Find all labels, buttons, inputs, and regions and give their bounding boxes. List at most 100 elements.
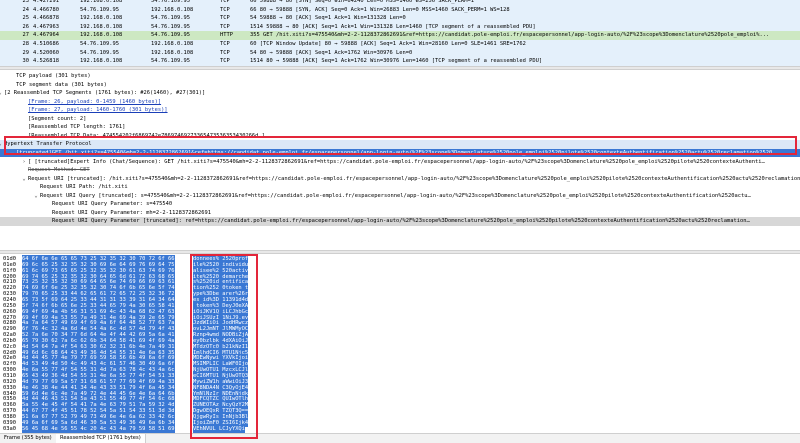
tree-item[interactable]: [Reassembled TCP length: 1761] bbox=[0, 123, 800, 131]
packet-destination: 54.76.109.95 bbox=[151, 15, 190, 22]
packet-protocol: TCP bbox=[220, 15, 230, 22]
packet-row[interactable]: 29 4.520060 54.76.109.95 192.168.0.108 TCP 54… bbox=[0, 48, 800, 58]
tree-item[interactable]: [Frame: 26, payload: 0-1459 (1460 bytes)… bbox=[0, 98, 800, 106]
collapse-arrow-icon[interactable]: ⌄ bbox=[0, 89, 3, 97]
packet-bytes-pane[interactable]: 01d0 64 6f 6e 6e 65 65 73 25 32 35 32 30 … bbox=[0, 254, 800, 433]
collapse-arrow-icon[interactable]: ⌄ bbox=[0, 140, 3, 148]
packet-source: 192.168.0.108 bbox=[80, 23, 123, 30]
packet-row[interactable]: 28 4.510686 54.76.109.95 192.168.0.108 TCP 60… bbox=[0, 40, 800, 49]
packet-row[interactable]: 24 4.466780 54.76.109.95 192.168.0.108 TCP 66… bbox=[0, 5, 800, 15]
packet-number: 30 bbox=[22, 58, 30, 65]
packet-info: 60 [TCP Window Update] 80 → 59888 [ACK] … bbox=[250, 41, 526, 47]
packet-number: 24 bbox=[22, 6, 30, 13]
packet-number: 26 bbox=[22, 23, 30, 30]
packet-destination: 192.168.0.108 bbox=[151, 49, 194, 56]
tree-item[interactable]: ⌄ Request URI Query [truncated]: s=475540… bbox=[0, 192, 800, 200]
tree-item[interactable]: Request Method: GET bbox=[0, 166, 800, 174]
packet-time: 4.467963 bbox=[33, 23, 59, 30]
tree-item[interactable]: Request URI Query Parameter: s=475540 bbox=[0, 200, 800, 208]
packet-time: 4.466878 bbox=[33, 15, 59, 22]
tree-item[interactable]: Request URI Path: /hit.xiti bbox=[0, 183, 800, 191]
packet-info: 1514 59888 → 80 [ACK] Seq=1 Ack=1 Win=13… bbox=[250, 23, 536, 30]
tree-item-label: TCP segment data (301 bytes) bbox=[16, 81, 107, 88]
packet-list-pane[interactable]: 23 4.427291 192.168.0.108 54.76.109.95 TCP 66… bbox=[0, 0, 800, 66]
packet-row[interactable]: 30 4.526818 192.168.0.108 54.76.109.95 TCP 15… bbox=[0, 57, 800, 66]
tree-item-label: [Frame: 27, payload: 1460-1760 (301 byte… bbox=[28, 107, 168, 114]
tree-item[interactable]: ›[ [truncated]Expert Info (Chat/Sequence… bbox=[0, 158, 800, 166]
collapse-arrow-icon[interactable]: ⌄ bbox=[9, 149, 15, 157]
packet-protocol: TCP bbox=[220, 6, 230, 13]
packet-time: 4.526818 bbox=[33, 58, 59, 65]
tree-item[interactable]: TCP payload (301 bytes) bbox=[0, 72, 800, 80]
tree-item[interactable]: Request URI Query Parameter [truncated]:… bbox=[0, 217, 800, 226]
tree-item-label: Request URI Query Parameter: s=475540 bbox=[52, 201, 173, 208]
tree-item-label: Hypertext Transfer Protocol bbox=[4, 141, 92, 148]
packet-time: 4.466780 bbox=[33, 6, 59, 13]
packet-row[interactable]: 27 4.467964 192.168.0.108 54.76.109.95 HTTP 3… bbox=[0, 31, 800, 40]
tree-item[interactable]: ⌄ Request URI [truncated]: /hit.xiti?s=47… bbox=[0, 175, 800, 183]
tree-item-label: [Segment count: 2] bbox=[28, 115, 87, 122]
tree-item[interactable]: TCP segment data (301 bytes) bbox=[0, 81, 800, 89]
packet-protocol: TCP bbox=[220, 41, 230, 47]
packet-info: 355 GET /hit.xiti?s=475540&mh=2-2-112837… bbox=[250, 32, 770, 39]
packet-details-pane[interactable]: TCP payload (301 bytes) TCP segment data … bbox=[0, 70, 800, 250]
tree-item[interactable]: Request URI Query Parameter: mh=2-2-1128… bbox=[0, 209, 800, 217]
tab-frame-bytes[interactable]: Frame (355 bytes) bbox=[0, 434, 57, 443]
tree-item-label: TCP payload (301 bytes) bbox=[16, 73, 91, 79]
tree-item-label: Request Method: GET bbox=[28, 167, 90, 174]
expand-arrow-icon[interactable]: › bbox=[21, 158, 27, 166]
packet-info: 66 80 → 59888 [SYN, ACK] Seq=0 Ack=1 Win… bbox=[250, 6, 510, 13]
tree-item[interactable]: ⌄[2 Reassembled TCP Segments (1761 bytes… bbox=[0, 89, 800, 97]
packet-protocol: TCP bbox=[220, 58, 230, 65]
packet-time: 4.510686 bbox=[33, 41, 59, 47]
packet-number: 25 bbox=[22, 15, 30, 22]
bytes-row: 03a0 56 45 68 4e 56 55 4c 20 4c 43 4a 79 … bbox=[0, 424, 800, 433]
packet-info: 54 59888 → 80 [ACK] Seq=1 Ack=1 Win=1313… bbox=[250, 15, 406, 22]
packet-protocol: TCP bbox=[220, 23, 230, 30]
tree-item[interactable]: [Frame: 27, payload: 1460-1760 (301 byte… bbox=[0, 106, 800, 114]
tree-item-label: Request URI Query Parameter: mh=2-2-1128… bbox=[52, 209, 212, 216]
packet-source: 54.76.109.95 bbox=[80, 41, 119, 47]
packet-destination: 192.168.0.108 bbox=[151, 41, 194, 47]
tree-item-label: [ [truncated]Expert Info (Chat/Sequence)… bbox=[28, 158, 765, 165]
packet-source: 192.168.0.108 bbox=[80, 32, 123, 39]
tree-item-label: [Reassembled TCP Data: 474554202f6869742… bbox=[28, 132, 265, 139]
packet-number: 27 bbox=[22, 32, 30, 39]
tab-reassembled-tcp[interactable]: Reassembled TCP (1761 bytes) bbox=[56, 434, 146, 443]
bytes-hex[interactable]: 56 45 68 4e 56 55 4c 20 4c 43 4a 79 59 5… bbox=[22, 424, 175, 433]
bytes-ascii[interactable]: VEhNVUL LCJyYXQi bbox=[193, 424, 245, 433]
packet-destination: 54.76.109.95 bbox=[151, 58, 190, 65]
packet-row[interactable]: 26 4.467963 192.168.0.108 54.76.109.95 TCP 15… bbox=[0, 22, 800, 32]
bytes-tab-bar: Frame (355 bytes) Reassembled TCP (1761 … bbox=[0, 433, 800, 443]
packet-info: 54 80 → 59888 [ACK] Seq=1 Ack=1762 Win=3… bbox=[250, 49, 413, 56]
collapse-arrow-icon[interactable]: ⌄ bbox=[21, 175, 27, 183]
tree-item-label: Request URI Query [truncated]: s=475540&… bbox=[40, 192, 751, 199]
packet-source: 192.168.0.108 bbox=[80, 15, 123, 22]
packet-source: 192.168.0.108 bbox=[80, 58, 123, 65]
packet-protocol: HTTP bbox=[220, 32, 233, 39]
packet-row[interactable]: 25 4.466878 192.168.0.108 54.76.109.95 TCP 54… bbox=[0, 14, 800, 23]
tree-item-label: [2 Reassembled TCP Segments (1761 bytes)… bbox=[4, 90, 206, 97]
tree-item[interactable]: [Segment count: 2] bbox=[0, 115, 800, 123]
packet-source: 54.76.109.95 bbox=[80, 49, 119, 56]
tree-item-label: Request URI Query Parameter [truncated]:… bbox=[52, 218, 750, 225]
packet-destination: 54.76.109.95 bbox=[151, 23, 190, 30]
tree-item-label: Request URI Path: /hit.xiti bbox=[40, 184, 128, 191]
tree-item-http[interactable]: ⌄Hypertext Transfer Protocol bbox=[0, 140, 800, 149]
packet-protocol: TCP bbox=[220, 49, 230, 56]
packet-destination: 192.168.0.108 bbox=[151, 6, 194, 13]
packet-number: 28 bbox=[22, 41, 30, 47]
packet-source: 54.76.109.95 bbox=[80, 6, 119, 13]
packet-destination: 54.76.109.95 bbox=[151, 32, 190, 39]
tree-item[interactable]: [Reassembled TCP Data: 474554202f6869742… bbox=[0, 132, 800, 140]
packet-time: 4.467964 bbox=[33, 32, 59, 39]
tree-item-label: [Reassembled TCP length: 1761] bbox=[28, 124, 126, 131]
collapse-arrow-icon[interactable]: ⌄ bbox=[33, 192, 39, 200]
packet-time: 4.520060 bbox=[33, 49, 59, 56]
tree-item-label: Request URI [truncated]: /hit.xiti?s=475… bbox=[28, 175, 800, 182]
tree-item-label: [truncated]GET /hit.xiti?s=475540&mh=2-2… bbox=[16, 149, 776, 156]
tree-item-label: [Frame: 26, payload: 0-1459 (1460 bytes)… bbox=[28, 98, 162, 105]
tree-item-request-line[interactable]: ⌄ [truncated]GET /hit.xiti?s=475540&mh=2-… bbox=[0, 148, 800, 158]
packet-info: 1514 80 → 59888 [ACK] Seq=1 Ack=1762 Win… bbox=[250, 58, 543, 65]
packet-number: 29 bbox=[22, 49, 30, 56]
